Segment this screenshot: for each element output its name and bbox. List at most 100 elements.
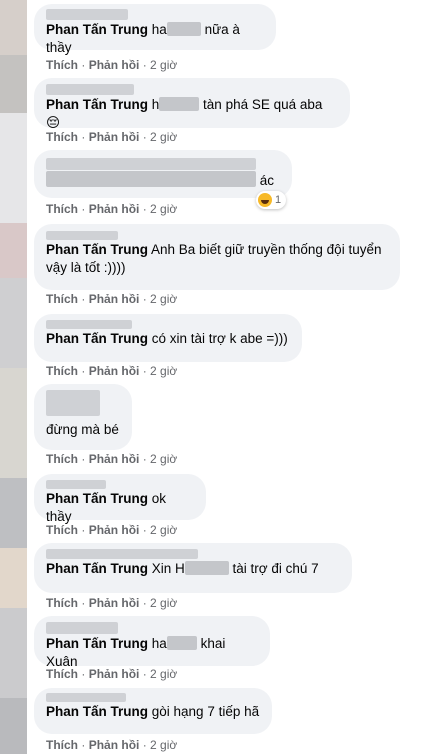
like-button[interactable]: Thích: [46, 202, 78, 216]
timestamp[interactable]: 2 giờ: [150, 202, 177, 216]
comment: Phan Tấn Trung ha nữa à thầy: [34, 4, 276, 55]
mention[interactable]: Phan Tấn Trung: [46, 97, 148, 112]
comment-bubble[interactable]: Phan Tấn Trung ha khai Xuân: [34, 616, 270, 669]
comment-text: tài trợ đi chú 7: [228, 561, 319, 576]
reaction-badge[interactable]: 1: [256, 191, 287, 209]
separator: ·: [81, 130, 86, 144]
comment-text: ha: [151, 22, 167, 37]
comment-actions: Thích · Phản hồi · 2 giờ: [46, 202, 177, 216]
separator: ·: [142, 596, 147, 610]
reply-button[interactable]: Phản hồi: [89, 58, 140, 72]
separator: ·: [142, 130, 147, 144]
comment-bubble[interactable]: ác: [34, 150, 292, 198]
avatar: [0, 608, 27, 698]
reply-button[interactable]: Phản hồi: [89, 523, 140, 537]
mention[interactable]: Phan Tấn Trung: [46, 561, 148, 576]
like-button[interactable]: Thích: [46, 130, 78, 144]
comment-actions: Thích · Phản hồi · 2 giờ: [46, 452, 177, 466]
separator: ·: [81, 364, 86, 378]
comment-text: có xin tài trợ k abe =))): [148, 331, 288, 346]
like-button[interactable]: Thích: [46, 596, 78, 610]
mention[interactable]: Phan Tấn Trung: [46, 636, 148, 651]
comment-bubble[interactable]: Phan Tấn Trung ok thầy: [34, 474, 206, 524]
timestamp[interactable]: 2 giờ: [150, 523, 177, 537]
separator: ·: [142, 523, 147, 537]
separator: ·: [81, 738, 86, 752]
like-button[interactable]: Thích: [46, 58, 78, 72]
comment-text: đừng mà bé: [46, 422, 119, 437]
comment-bubble[interactable]: Phan Tấn Trung h tàn phá SE quá aba 😔: [34, 78, 350, 130]
reply-button[interactable]: Phản hồi: [89, 452, 140, 466]
separator: ·: [142, 452, 147, 466]
comment-bubble[interactable]: Phan Tấn Trung Xin H tài trợ đi chú 7: [34, 543, 352, 593]
blurred-text: [46, 171, 256, 187]
timestamp[interactable]: 2 giờ: [150, 364, 177, 378]
timestamp[interactable]: 2 giờ: [150, 130, 177, 144]
blurred-author-name: [46, 9, 128, 20]
timestamp[interactable]: 2 giờ: [150, 452, 177, 466]
timestamp[interactable]: 2 giờ: [150, 292, 177, 306]
comment-actions: Thích · Phản hồi · 2 giờ: [46, 738, 177, 752]
reply-button[interactable]: Phản hồi: [89, 364, 140, 378]
like-button[interactable]: Thích: [46, 452, 78, 466]
comment-bubble[interactable]: Phan Tấn Trung Anh Ba biết giữ truyền th…: [34, 224, 400, 290]
blurred-text: [159, 97, 200, 111]
separator: ·: [81, 596, 86, 610]
separator: ·: [142, 667, 147, 681]
comment-text: gòi hạng 7 tiếp hã: [148, 704, 260, 719]
blurred-author-name: [46, 158, 256, 170]
comment-bubble[interactable]: đừng mà bé: [34, 384, 132, 450]
comment: đừng mà bé: [34, 384, 132, 450]
timestamp[interactable]: 2 giờ: [150, 738, 177, 752]
avatar: [0, 223, 27, 278]
blurred-text: [184, 561, 229, 575]
reply-button[interactable]: Phản hồi: [89, 130, 140, 144]
separator: ·: [142, 58, 147, 72]
comment-actions: Thích · Phản hồi · 2 giờ: [46, 596, 177, 610]
comment-bubble[interactable]: Phan Tấn Trung gòi hạng 7 tiếp hã: [34, 688, 272, 734]
avatar: [0, 55, 27, 113]
like-button[interactable]: Thích: [46, 292, 78, 306]
like-button[interactable]: Thích: [46, 523, 78, 537]
comment-actions: Thích · Phản hồi · 2 giờ: [46, 130, 177, 144]
mention[interactable]: Phan Tấn Trung: [46, 242, 148, 257]
reply-button[interactable]: Phản hồi: [89, 292, 140, 306]
blurred-author-name: [46, 320, 132, 329]
comment-actions: Thích · Phản hồi · 2 giờ: [46, 523, 177, 537]
blurred-author-name: [46, 84, 134, 95]
comment-text: ác: [259, 173, 275, 188]
blurred-author-name: [46, 622, 118, 634]
comment: Phan Tấn Trung ha khai Xuân: [34, 616, 270, 669]
comment-bubble[interactable]: Phan Tấn Trung có xin tài trợ k abe =))): [34, 314, 302, 362]
separator: ·: [81, 202, 86, 216]
blurred-author-name: [46, 480, 106, 489]
comment-actions: Thích · Phản hồi · 2 giờ: [46, 58, 177, 72]
separator: ·: [81, 523, 86, 537]
comment: Phan Tấn Trung gòi hạng 7 tiếp hã: [34, 688, 272, 734]
like-button[interactable]: Thích: [46, 738, 78, 752]
blurred-author-name: [46, 231, 118, 240]
timestamp[interactable]: 2 giờ: [150, 58, 177, 72]
mention[interactable]: Phan Tấn Trung: [46, 491, 148, 506]
reply-button[interactable]: Phản hồi: [89, 667, 140, 681]
comment-text: ha: [151, 636, 167, 651]
mention[interactable]: Phan Tấn Trung: [46, 22, 148, 37]
reaction-count: 1: [275, 194, 282, 206]
avatar: [0, 278, 27, 368]
avatar: [0, 113, 27, 223]
blurred-text: [166, 636, 197, 650]
avatar: [0, 548, 27, 608]
like-button[interactable]: Thích: [46, 667, 78, 681]
comment-actions: Thích · Phản hồi · 2 giờ: [46, 292, 177, 306]
comment-bubble[interactable]: Phan Tấn Trung ha nữa à thầy: [34, 4, 276, 55]
timestamp[interactable]: 2 giờ: [150, 596, 177, 610]
timestamp[interactable]: 2 giờ: [150, 667, 177, 681]
reply-button[interactable]: Phản hồi: [89, 596, 140, 610]
like-button[interactable]: Thích: [46, 364, 78, 378]
mention[interactable]: Phan Tấn Trung: [46, 331, 148, 346]
reply-button[interactable]: Phản hồi: [89, 202, 140, 216]
mention[interactable]: Phan Tấn Trung: [46, 704, 148, 719]
comment-actions: Thích · Phản hồi · 2 giờ: [46, 364, 177, 378]
reply-button[interactable]: Phản hồi: [89, 738, 140, 752]
separator: ·: [142, 292, 147, 306]
